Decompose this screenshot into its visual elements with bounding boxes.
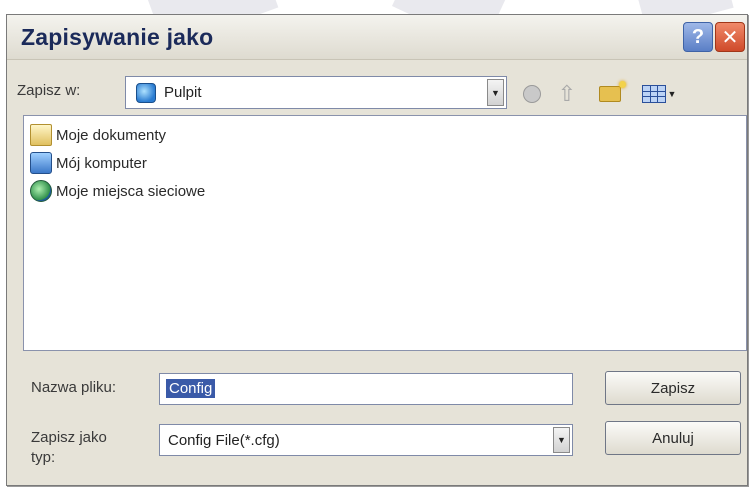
list-item[interactable]: Moje miejsca sieciowe — [30, 178, 205, 204]
filetype-label-cont: typ: — [31, 449, 56, 466]
my-documents-icon — [30, 124, 52, 146]
close-icon: ✕ — [721, 26, 739, 49]
up-arrow-icon: ⇧ — [557, 81, 577, 106]
my-computer-icon — [30, 152, 52, 174]
desktop-icon — [136, 83, 156, 103]
help-button[interactable]: ? — [683, 22, 713, 52]
save-in-dropdown[interactable]: Pulpit ▼ — [125, 76, 507, 109]
save-button[interactable]: Zapisz — [605, 371, 741, 405]
list-item[interactable]: Moje dokumenty — [30, 122, 166, 148]
file-name: Moje dokumenty — [56, 126, 167, 144]
save-in-label: Zapisz w: — [17, 82, 81, 99]
save-in-value: Pulpit — [164, 84, 202, 101]
view-menu-button[interactable]: ▼ — [637, 83, 681, 105]
chevron-down-icon: ▼ — [667, 89, 677, 99]
file-name: Moje miejsca sieciowe — [56, 182, 206, 200]
list-item[interactable]: Mój komputer — [30, 150, 147, 176]
cancel-button[interactable]: Anuluj — [605, 421, 741, 455]
new-folder-button[interactable] — [595, 81, 626, 105]
help-icon: ? — [691, 25, 705, 48]
file-name: Mój komputer — [56, 154, 147, 172]
filetype-dropdown[interactable]: Config File(*.cfg) ▼ — [159, 424, 573, 456]
chevron-down-icon[interactable]: ▼ — [487, 79, 504, 106]
filename-value: Config — [166, 379, 216, 398]
title-bar[interactable]: Zapisywanie jako ? ✕ — [7, 15, 747, 60]
filename-label: Nazwa pliku: — [31, 379, 117, 396]
network-places-icon — [30, 180, 52, 202]
new-folder-icon — [599, 81, 626, 102]
save-as-dialog: Zapisywanie jako ? ✕ Zapisz w: Pulpit ▼ … — [6, 14, 748, 486]
chevron-down-icon[interactable]: ▼ — [553, 427, 570, 453]
up-one-level-button[interactable]: ⇧ — [555, 81, 579, 106]
close-button[interactable]: ✕ — [715, 22, 745, 52]
back-button[interactable] — [521, 83, 543, 105]
view-grid-icon — [641, 85, 666, 103]
file-list[interactable]: Moje dokumenty Mój komputer Moje miejsca… — [23, 115, 747, 351]
filetype-value: Config File(*.cfg) — [168, 432, 280, 449]
filename-field[interactable]: Config — [159, 373, 573, 405]
dialog-title: Zapisywanie jako — [21, 24, 214, 50]
back-icon — [523, 85, 541, 103]
filetype-label: Zapisz jako — [31, 429, 107, 446]
